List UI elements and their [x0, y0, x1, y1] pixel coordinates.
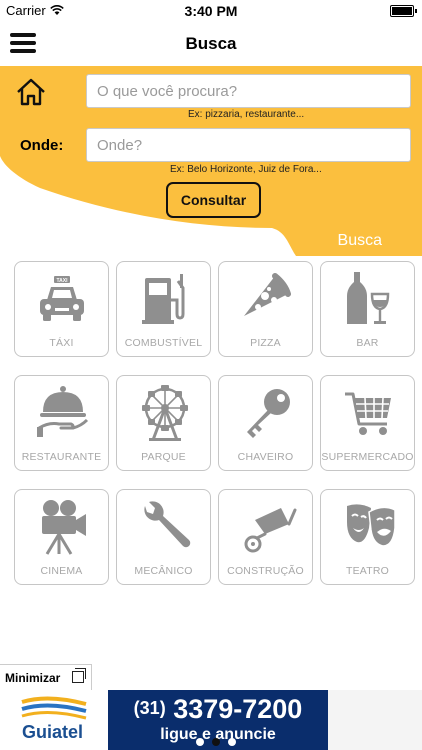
category-label: CHAVEIRO [237, 451, 294, 463]
category-label: RESTAURANTE [21, 451, 102, 463]
category-label: CINEMA [40, 565, 83, 577]
category-cinema[interactable]: CINEMA [14, 489, 109, 585]
taxi-icon: TAXI [40, 276, 84, 321]
ad-phone-area: (31) [133, 698, 166, 718]
category-taxi[interactable]: TAXI TÁXI [14, 261, 109, 357]
wrench-icon [144, 501, 191, 548]
category-mechanic[interactable]: MECÂNICO [116, 489, 211, 585]
category-label: BAR [356, 337, 379, 349]
category-locksmith[interactable]: CHAVEIRO [218, 375, 313, 471]
ferris-wheel-icon [142, 385, 188, 441]
theater-masks-icon [347, 504, 396, 547]
page-dot [228, 738, 236, 746]
battery-icon [390, 5, 417, 17]
ad-phone-number: 3379-7200 [173, 694, 303, 724]
shopping-cart-icon [345, 392, 391, 435]
page-dot-active [212, 738, 220, 746]
svg-text:TAXI: TAXI [56, 278, 68, 284]
movie-camera-icon [42, 500, 86, 555]
brand-name: Guiatel [22, 722, 84, 742]
consult-button[interactable]: Consultar [166, 182, 261, 218]
location-label: Onde: [20, 137, 64, 154]
wheelbarrow-icon [244, 508, 297, 553]
category-label: CONSTRUÇÃO [227, 565, 304, 577]
page-title: Busca [185, 34, 237, 53]
location-input[interactable] [86, 128, 411, 162]
category-label: PARQUE [141, 451, 186, 463]
category-fuel[interactable]: COMBUSTÍVEL [116, 261, 211, 357]
category-label: SUPERMERCADO [321, 451, 414, 463]
category-park[interactable]: PARQUE [116, 375, 211, 471]
serving-cloche-icon [37, 386, 89, 437]
category-bar[interactable]: BAR [320, 261, 415, 357]
pizza-icon [244, 273, 291, 316]
category-theater[interactable]: TEATRO [320, 489, 415, 585]
ad-background [328, 690, 422, 750]
category-supermarket[interactable]: SUPERMERCADO [320, 375, 415, 471]
minimize-label: Minimizar [5, 671, 61, 685]
category-label: COMBUSTÍVEL [124, 337, 203, 349]
minimize-ad-button[interactable]: Minimizar [0, 664, 92, 690]
category-label: MECÂNICO [134, 565, 193, 577]
key-icon [247, 389, 290, 438]
status-time: 3:40 PM [184, 3, 238, 19]
category-label: TÁXI [49, 337, 74, 349]
search-tab-label: Busca [337, 232, 382, 249]
category-label: PIZZA [250, 337, 281, 349]
search-panel: Ex: pizzaria, restaurante... Onde: Ex: B… [0, 66, 422, 256]
category-construction[interactable]: CONSTRUÇÃO [218, 489, 313, 585]
wine-bottle-icon [347, 272, 390, 324]
location-hint: Ex: Belo Horizonte, Juiz de Fora... [170, 164, 322, 175]
fuel-pump-icon [142, 274, 185, 324]
page-dot [196, 738, 204, 746]
status-bar: Carrier 3:40 PM [0, 0, 422, 22]
navigation-bar: Busca [0, 22, 422, 66]
category-pizza[interactable]: PIZZA [218, 261, 313, 357]
ad-page-indicator [196, 738, 256, 748]
brand-logo: Guiatel [0, 690, 108, 750]
category-label: TEATRO [345, 565, 389, 577]
minimize-icon [72, 668, 86, 683]
search-input[interactable] [86, 74, 411, 108]
home-icon[interactable] [15, 76, 47, 108]
ad-phone: (31) 3379-7200 [108, 694, 328, 725]
category-restaurant[interactable]: RESTAURANTE [14, 375, 109, 471]
search-hint: Ex: pizzaria, restaurante... [188, 109, 305, 120]
